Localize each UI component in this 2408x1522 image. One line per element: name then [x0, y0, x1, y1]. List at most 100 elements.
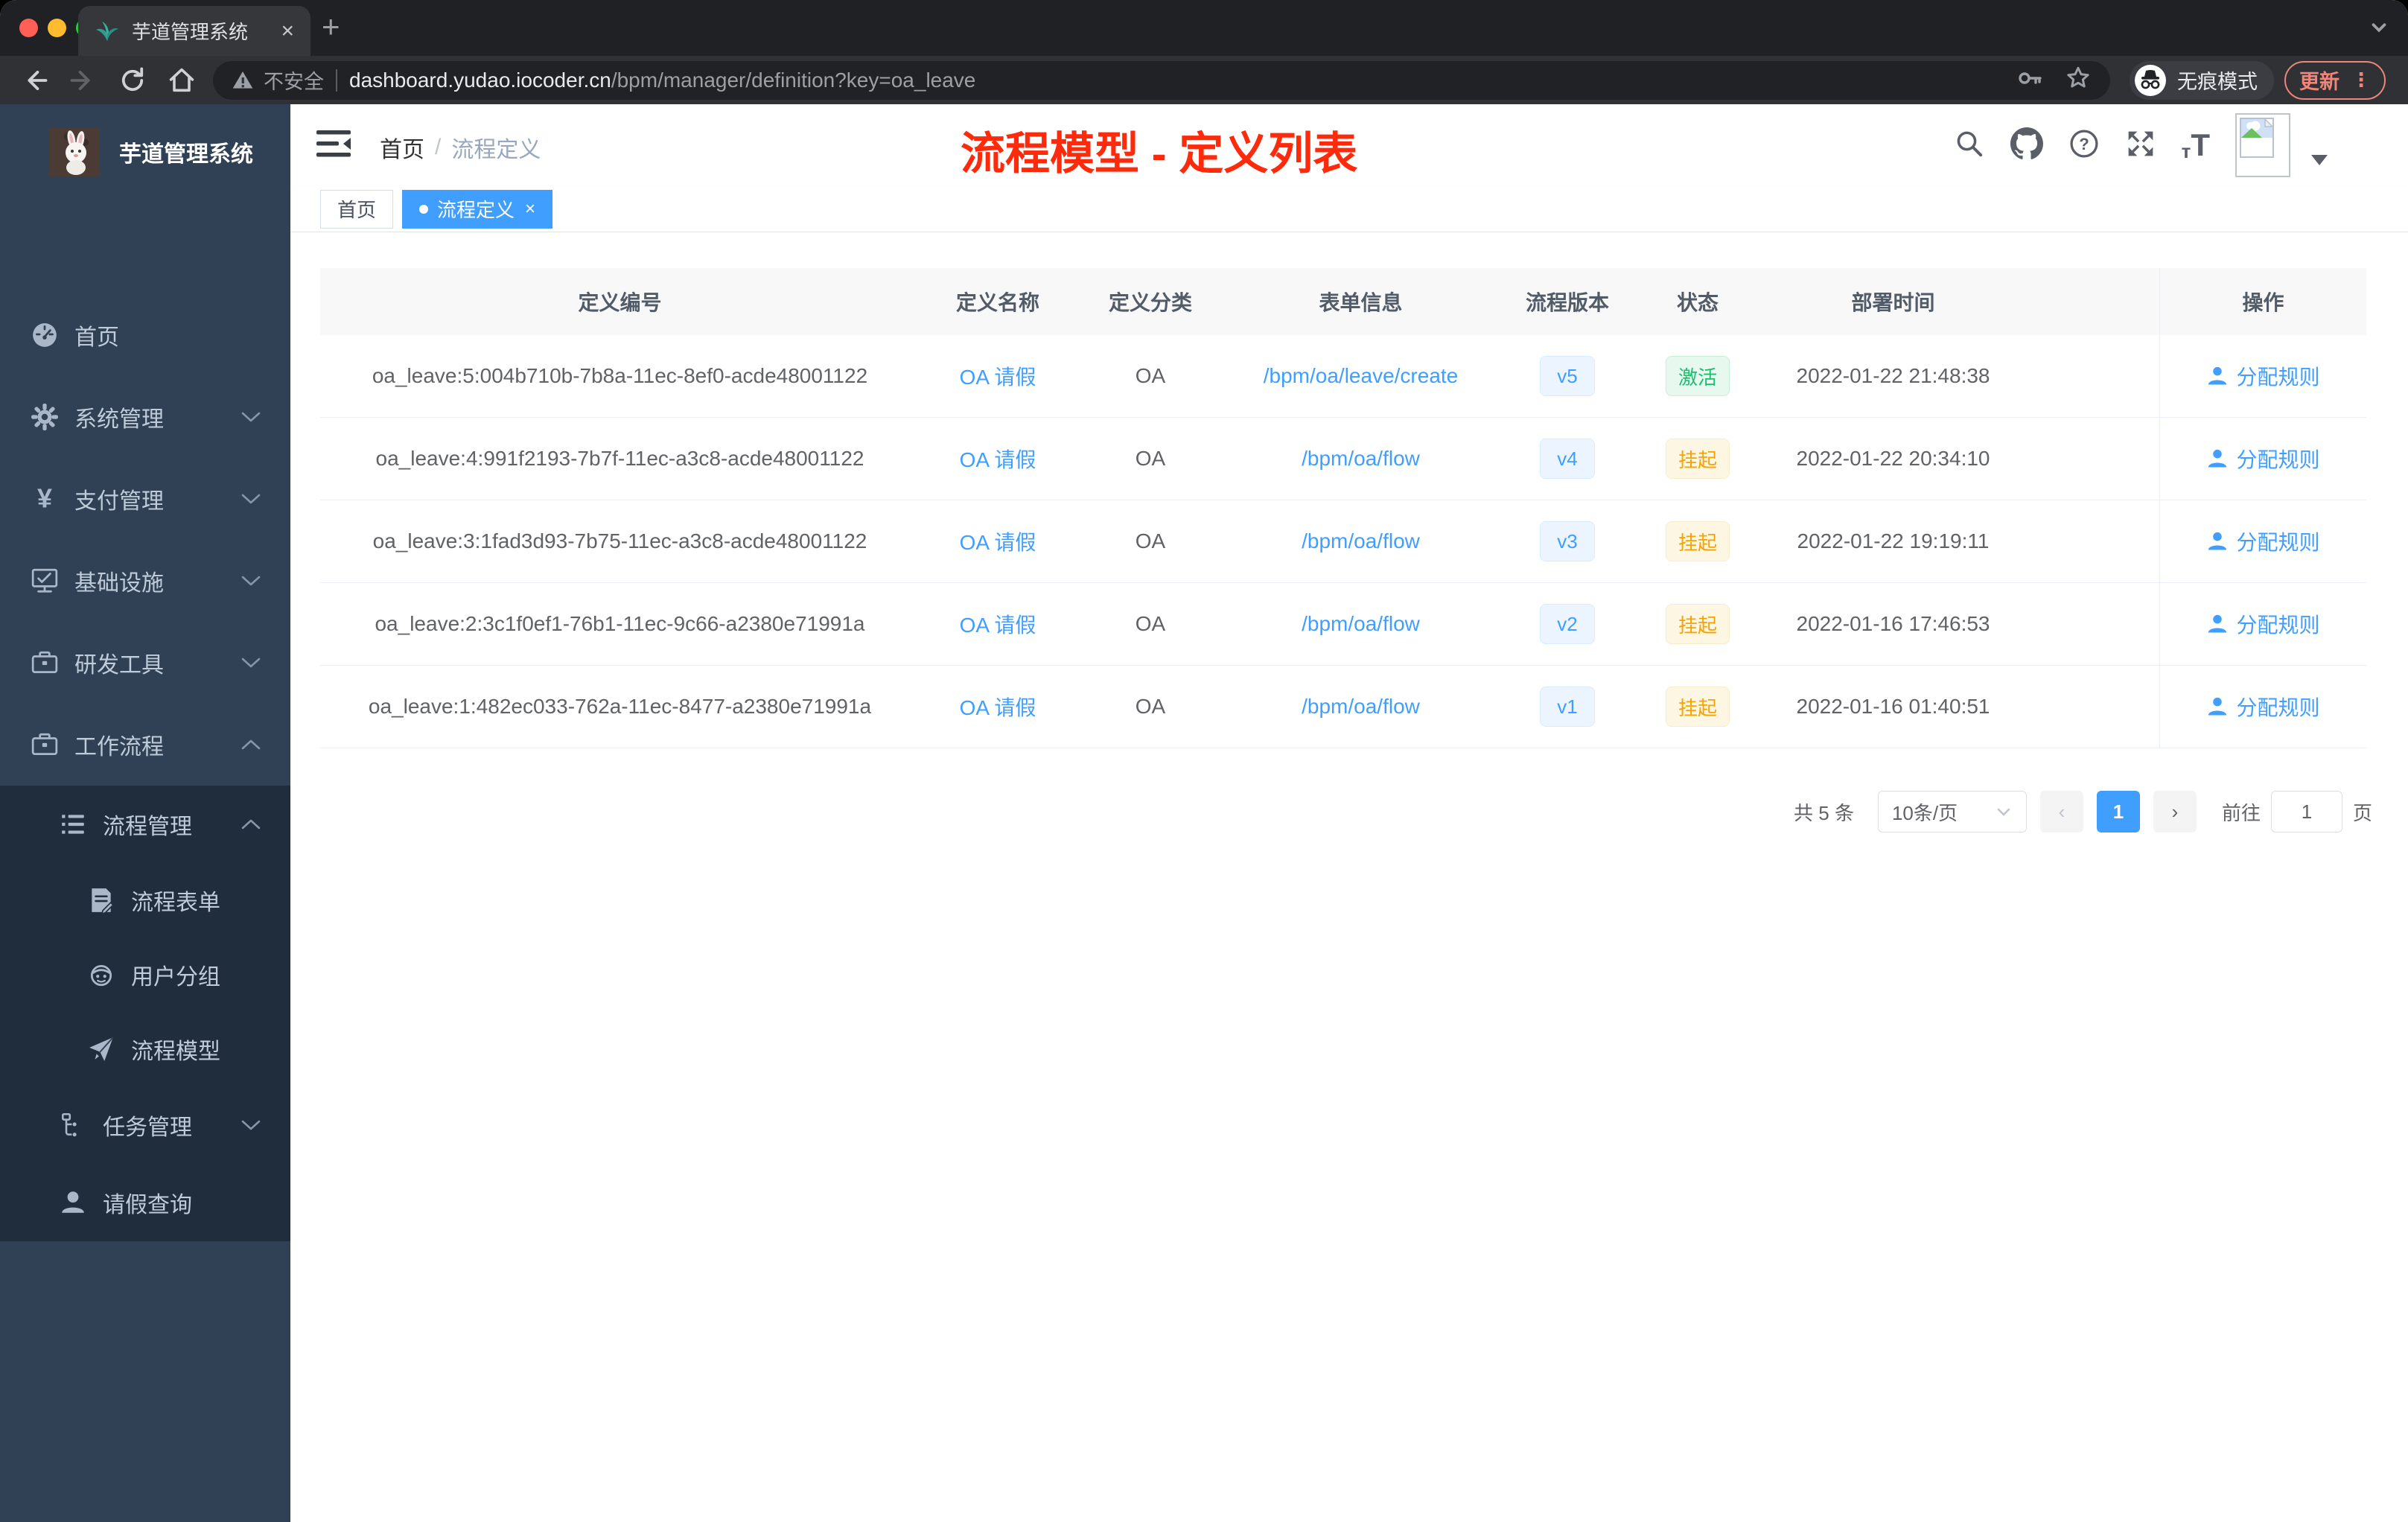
search-icon[interactable]: [1954, 128, 1985, 163]
back-button[interactable]: [19, 66, 49, 95]
sidebar-item-4[interactable]: 研发工具: [0, 622, 290, 704]
bookmark-star-icon[interactable]: [2064, 64, 2092, 96]
tag-close-icon[interactable]: ×: [525, 199, 535, 220]
cell-filler: [2029, 583, 2159, 665]
sidebar-item-10[interactable]: 任务管理: [0, 1086, 290, 1164]
page-size-select[interactable]: 10条/页: [1877, 791, 2027, 832]
assign-rule-label: 分配规则: [2236, 531, 2320, 554]
definition-name-link[interactable]: OA 请假: [960, 361, 1036, 391]
form-info-link[interactable]: /bpm/oa/flow: [1302, 695, 1420, 719]
sidebar-item-2[interactable]: ¥ 支付管理: [0, 458, 290, 540]
table-row-0: oa_leave:5:004b710b-7b8a-11ec-8ef0-acde4…: [320, 335, 2366, 418]
form-info-link[interactable]: /bpm/oa/flow: [1302, 612, 1420, 636]
table-header-cell: 表单信息: [1319, 291, 1403, 314]
deploy-time-text: 2022-01-16 17:46:53: [1796, 612, 1990, 635]
deploy-time-text: 2022-01-22 21:48:38: [1796, 364, 1990, 387]
page-1-button[interactable]: 1: [2096, 791, 2140, 832]
sidebar-collapse-icon[interactable]: [316, 129, 351, 162]
definition-name-link[interactable]: OA 请假: [960, 444, 1036, 474]
browser-menu-dots-icon[interactable]: ⋮: [2351, 69, 2371, 92]
close-window-button[interactable]: [19, 19, 38, 37]
cell-filler: [2029, 500, 2159, 582]
sidebar-item-7[interactable]: 流程表单: [0, 863, 290, 937]
breadcrumb-current: 流程定义: [451, 138, 541, 162]
tag-0[interactable]: 首页: [320, 189, 394, 229]
home-button[interactable]: [167, 66, 197, 95]
warning-icon: [232, 71, 253, 89]
definition-id-text: oa_leave:4:991f2193-7b7f-11ec-a3c8-acde4…: [375, 447, 864, 470]
app-root: 芋道管理系统 首页 系统管理 ¥ 支付管理 基础设施 研发工具 工作流程 流程管理 流程表单 用户…: [0, 104, 2408, 1522]
address-bar[interactable]: 不安全 dashboard.yudao.iocoder.cn/bpm/manag…: [213, 60, 2110, 100]
status-badge: 挂起: [1665, 439, 1730, 479]
sidebar-item-6[interactable]: 流程管理: [0, 786, 290, 863]
definition-name-link[interactable]: OA 请假: [960, 692, 1036, 722]
breadcrumb: 首页 / 流程定义: [380, 131, 541, 164]
reload-button[interactable]: [118, 66, 147, 95]
cell-deploy-time: 2022-01-16 17:46:53: [1757, 583, 2029, 665]
sidebar-item-0[interactable]: 首页: [0, 294, 290, 376]
page-annotation: 流程模型 - 定义列表: [961, 129, 1358, 179]
minimize-window-button[interactable]: [48, 19, 66, 37]
font-size-icon[interactable]: тT: [2182, 130, 2210, 162]
url-text[interactable]: dashboard.yudao.iocoder.cn/bpm/manager/d…: [349, 69, 975, 92]
tab-close-icon[interactable]: ×: [281, 19, 294, 42]
sidebar-item-1[interactable]: 系统管理: [0, 376, 290, 458]
deploy-time-text: 2022-01-16 01:40:51: [1796, 695, 1990, 718]
cell-definition-category: OA: [1076, 583, 1225, 665]
definition-name-link[interactable]: OA 请假: [960, 526, 1036, 556]
forward-button[interactable]: [69, 66, 98, 95]
table-header-cell: 定义编号: [578, 291, 662, 314]
cell-status: 挂起: [1638, 500, 1757, 582]
next-page-button[interactable]: ›: [2153, 791, 2197, 832]
assign-rule-button[interactable]: 分配规则: [2206, 444, 2320, 474]
sidebar-item-5[interactable]: 工作流程: [0, 704, 290, 786]
assign-rule-button[interactable]: 分配规则: [2206, 692, 2320, 722]
cell-filler: [2029, 418, 2159, 500]
tab-strip: 芋道管理系统 × +: [0, 0, 2408, 56]
assign-rule-button[interactable]: 分配规则: [2206, 609, 2320, 639]
form-info-link[interactable]: /bpm/oa/flow: [1302, 529, 1420, 553]
security-status[interactable]: 不安全: [231, 66, 324, 95]
fullscreen-icon[interactable]: [2125, 128, 2156, 163]
breadcrumb-home[interactable]: 首页: [380, 131, 424, 164]
key-icon[interactable]: [2016, 65, 2043, 95]
definition-name-link[interactable]: OA 请假: [960, 609, 1036, 639]
sidebar-item-3[interactable]: 基础设施: [0, 540, 290, 622]
goto-page-input[interactable]: [2270, 791, 2342, 832]
sidebar-item-11[interactable]: 请假查询: [0, 1164, 290, 1241]
status-badge: 挂起: [1665, 521, 1730, 561]
sidebar-item-label: 工作流程: [74, 735, 164, 760]
sidebar-logo[interactable]: 芋道管理系统: [0, 104, 290, 179]
breadcrumb-separator: /: [435, 135, 442, 159]
briefcase-icon: [30, 730, 60, 760]
github-icon[interactable]: [2010, 127, 2043, 164]
brand-avatar: [49, 127, 100, 176]
sidebar-item-9[interactable]: 流程模型: [0, 1012, 290, 1086]
user-dropdown-caret-icon[interactable]: [2311, 155, 2328, 165]
url-path: /bpm/manager/definition?key=oa_leave: [611, 68, 976, 92]
sidebar: 芋道管理系统 首页 系统管理 ¥ 支付管理 基础设施 研发工具工作流程流程管理 流程表单 用户…: [0, 104, 290, 1522]
url-host: dashboard.yudao.iocoder.cn: [349, 68, 611, 92]
help-icon[interactable]: ?: [2068, 128, 2100, 163]
browser-tab[interactable]: 芋道管理系统 ×: [78, 6, 310, 56]
assign-rule-button[interactable]: 分配规则: [2206, 361, 2320, 391]
status-badge: 激活: [1665, 356, 1730, 396]
cell-definition-name: OA 请假: [920, 335, 1076, 417]
user-avatar[interactable]: [2235, 113, 2290, 177]
version-badge: v1: [1540, 687, 1595, 727]
new-tab-button[interactable]: +: [322, 9, 340, 45]
prev-page-button[interactable]: ‹: [2039, 791, 2083, 832]
tab-search-caret-icon[interactable]: [2368, 16, 2390, 42]
person-icon: [2206, 695, 2229, 718]
tag-1[interactable]: 流程定义 ×: [402, 189, 553, 229]
assign-rule-button[interactable]: 分配规则: [2206, 526, 2320, 556]
chrome-update-button[interactable]: 更新 ⋮: [2284, 60, 2386, 100]
form-info-link[interactable]: /bpm/oa/leave/create: [1264, 364, 1459, 388]
chevron-up-icon: [241, 818, 261, 830]
category-text: OA: [1135, 695, 1166, 718]
cell-filler: [2029, 335, 2159, 417]
person-icon: [2206, 448, 2229, 470]
sidebar-item-8[interactable]: 用户分组: [0, 937, 290, 1012]
form-info-link[interactable]: /bpm/oa/flow: [1302, 447, 1420, 471]
omnibox-separator: [336, 69, 337, 92]
